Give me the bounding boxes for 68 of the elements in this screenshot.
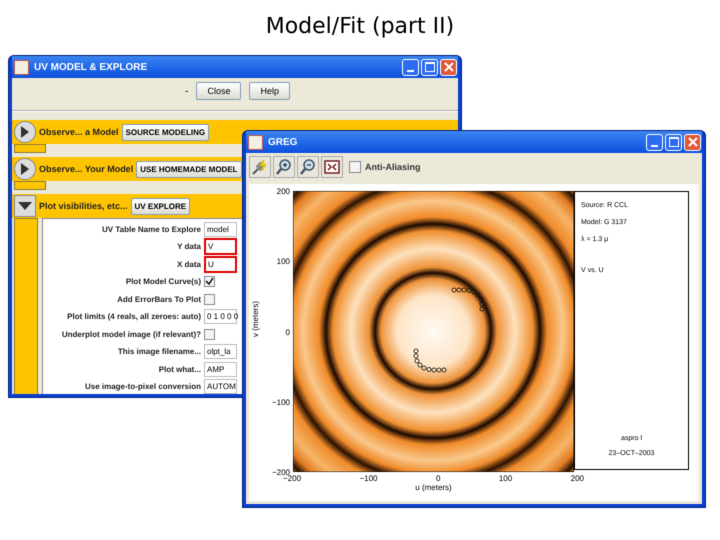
expand-toggle[interactable] (14, 158, 36, 180)
tick-label: −100 (359, 474, 378, 483)
window-title: UV MODEL & EXPLORE (34, 62, 148, 72)
uv-track (411, 347, 447, 373)
separator-mark: - (185, 86, 188, 96)
maximize-button[interactable] (665, 134, 682, 150)
minimize-button[interactable] (646, 134, 663, 150)
triangle-right-icon (21, 163, 29, 175)
field-label: UV Table Name to Explore (101, 224, 201, 234)
field-label: X data (176, 260, 201, 269)
tick-label: −100 (272, 398, 290, 407)
axis-label: u (meters) (414, 483, 453, 492)
expand-toggle[interactable] (14, 121, 36, 143)
app-icon (248, 134, 263, 150)
window-title: GREG (268, 136, 298, 148)
tick-label: −200 (272, 468, 290, 477)
text-field[interactable]: AMP (204, 362, 237, 377)
checkbox[interactable] (204, 294, 215, 305)
close-icon (444, 62, 454, 72)
plug-icon[interactable] (249, 156, 271, 178)
zoom-in-icon[interactable] (273, 156, 295, 178)
section-label: Plot visibilities, etc... (39, 201, 128, 211)
field-label: Plot limits (4 reals, all zeroes: auto) (66, 312, 201, 322)
field-label: Underplot model image (if relevant)? (60, 330, 201, 339)
toolbar-button[interactable]: Help (249, 82, 290, 100)
checkbox[interactable] (204, 328, 215, 340)
app-icon (14, 60, 29, 74)
zoom-out-icon[interactable] (297, 156, 319, 178)
section-button[interactable]: UV EXPLORE (130, 198, 190, 214)
field-label: This image filename... (116, 347, 201, 356)
checkbox[interactable] (349, 161, 361, 173)
minimize-button[interactable] (402, 58, 419, 76)
field-label: Plot what... (158, 364, 201, 374)
section-label: Observe... Your Model (39, 164, 134, 174)
section-button[interactable]: SOURCE MODELING (122, 124, 210, 140)
close-button[interactable] (684, 134, 701, 150)
field-label: Use image-to-pixel conversion (84, 382, 201, 392)
tick-label: 0 (436, 474, 440, 483)
toolbar-button[interactable]: Close (196, 82, 242, 100)
expand-toggle[interactable] (14, 195, 36, 217)
slide-title: Model/Fit (part II) (264, 14, 456, 39)
text-field[interactable]: model (204, 222, 237, 236)
maximize-button[interactable] (421, 58, 438, 76)
field-label: Y data (176, 242, 201, 252)
triangle-right-icon (21, 126, 29, 138)
section-button[interactable]: USE HOMEMADE MODEL (136, 160, 242, 178)
checkbox-label: Anti-Aliasing (365, 162, 420, 172)
uv-track (451, 287, 487, 313)
text-field[interactable]: olpt_la (204, 344, 237, 360)
fit-icon[interactable] (321, 156, 343, 178)
checkbox[interactable] (204, 276, 215, 288)
tick-label: 100 (276, 257, 290, 266)
text-field[interactable]: V (204, 238, 237, 256)
triangle-down-icon (18, 202, 32, 210)
tick-label: 0 (286, 328, 290, 336)
close-icon (688, 137, 698, 147)
text-field[interactable]: AUTOM (204, 379, 237, 394)
tick-label: 200 (570, 474, 584, 483)
text-field[interactable]: U (204, 256, 237, 273)
tick-label: −200 (283, 474, 302, 483)
section-label: Observe... a Model (39, 127, 119, 137)
field-label: Add ErrorBars To Plot (116, 294, 201, 304)
text-field[interactable]: 0 1 0 0 0 (204, 309, 237, 324)
field-label: Plot Model Curve(s) (124, 277, 201, 286)
tick-label: 100 (498, 474, 512, 483)
close-button[interactable] (440, 58, 457, 76)
tick-label: 200 (276, 187, 290, 196)
axis-label: v (meters) (251, 301, 260, 337)
